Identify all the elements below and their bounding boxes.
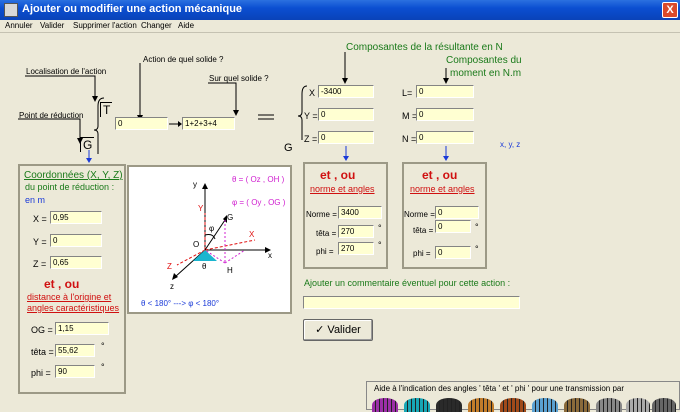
- diagram-axis-z: z: [170, 282, 174, 291]
- coords-X-field[interactable]: 0,95: [50, 211, 102, 224]
- res-norme-label: Norme =: [306, 210, 337, 219]
- label-composantes-resultante: Composantes de la résultante en N: [346, 42, 503, 53]
- resultante-X-field[interactable]: -3400: [318, 85, 374, 98]
- moment-M-field[interactable]: 0: [416, 108, 474, 121]
- coords-phi-deg: °: [101, 362, 105, 372]
- gear-thumbnails: [368, 398, 678, 412]
- label-composantes-moment-1: Composantes du: [446, 55, 522, 66]
- moment-L-field[interactable]: 0: [416, 85, 474, 98]
- coords-Y-field[interactable]: 0: [50, 234, 102, 247]
- coords-distance-1: distance à l'origine et: [27, 292, 112, 302]
- coords-teta-label: têta =: [31, 347, 54, 357]
- res-phi-field[interactable]: 270: [338, 242, 374, 255]
- torseur-G: G: [80, 137, 95, 152]
- label-localisation: Localisation de l'action: [26, 67, 107, 76]
- mom-norme-label: Norme =: [404, 210, 435, 219]
- valider-button-label: Valider: [327, 324, 361, 336]
- diagram-axis-y: y: [193, 180, 197, 189]
- diagram-point-O: O: [193, 240, 199, 249]
- diagram-axis-Z: Z: [167, 262, 172, 271]
- label-M: M =: [402, 111, 418, 121]
- diagram-phi-symbol: φ: [209, 224, 214, 233]
- mom-teta-field[interactable]: 0: [435, 220, 471, 233]
- check-icon: ✓: [315, 324, 325, 336]
- coords-X-label: X =: [33, 214, 47, 224]
- aide-angles-label: Aide à l'indication des angles ' têta ' …: [374, 384, 625, 393]
- solide-action-field[interactable]: 0: [115, 117, 168, 130]
- res-phi-label: phi =: [316, 247, 334, 256]
- diagram-axis-X: X: [249, 230, 255, 239]
- label-Y: Y =: [304, 111, 318, 121]
- diagram-point-H: H: [227, 266, 233, 275]
- label-quel-solide: Action de quel solide ?: [143, 55, 224, 64]
- diagram-theta-def: θ = ( Oz , OH ): [232, 175, 285, 184]
- mom-et-ou: et , ou: [422, 168, 458, 182]
- comment-label: Ajouter un commentaire éventuel pour cet…: [304, 278, 511, 288]
- coords-Z-field[interactable]: 0,65: [50, 256, 102, 269]
- res-teta-label: têta =: [316, 229, 337, 238]
- res-phi-deg: °: [378, 240, 382, 250]
- mom-teta-label: têta =: [413, 226, 434, 235]
- res-et-ou: et , ou: [320, 168, 356, 182]
- coords-Z-label: Z =: [33, 259, 47, 269]
- valider-button[interactable]: ✓ Valider: [303, 319, 373, 341]
- resultante-Y-field[interactable]: 0: [318, 108, 374, 121]
- comment-field[interactable]: [303, 296, 520, 309]
- resultante-point: G: [284, 142, 293, 154]
- label-N: N =: [402, 134, 417, 144]
- resultante-Z-field[interactable]: 0: [318, 131, 374, 144]
- coords-unit: en m: [25, 195, 46, 205]
- mom-phi-label: phi =: [413, 249, 431, 258]
- mom-norme-field[interactable]: 0: [435, 206, 479, 219]
- moment-N-field[interactable]: 0: [416, 131, 474, 144]
- coords-teta-deg: °: [101, 341, 105, 351]
- diagram-theta-symbol: θ: [202, 262, 207, 271]
- res-norme-field[interactable]: 3400: [338, 206, 382, 219]
- label-composantes-moment-2: moment en N.m: [450, 68, 522, 79]
- coords-phi-label: phi =: [31, 368, 51, 378]
- coords-title: Coordonnées (X, Y, Z): [24, 170, 123, 181]
- coords-teta-field[interactable]: 55,62: [55, 344, 95, 357]
- moment-vectors: x, y, z: [500, 140, 521, 149]
- res-teta-field[interactable]: 270: [338, 225, 374, 238]
- label-point-reduction: Point de réduction: [19, 111, 84, 120]
- mom-phi-deg: °: [475, 244, 479, 254]
- torseur-T: T: [100, 102, 113, 117]
- label-Z: Z =: [304, 134, 318, 144]
- label-L: L=: [402, 88, 413, 98]
- label-sur-quel-solide: Sur quel solide ?: [209, 74, 269, 83]
- diagram-axis-x: x: [268, 251, 272, 260]
- diagram-point-G: G: [227, 213, 233, 222]
- res-teta-deg: °: [378, 223, 382, 233]
- mom-norme-angles: norme et angles: [410, 184, 475, 194]
- coords-distance-2: angles caractéristiques: [27, 303, 120, 313]
- coords-OG-label: OG =: [31, 325, 53, 335]
- mom-phi-field[interactable]: 0: [435, 246, 471, 259]
- res-norme-angles: norme et angles: [310, 184, 375, 194]
- diagram-axis-Y: Y: [198, 204, 204, 213]
- diagram-phi-def: φ = ( Oy , OG ): [232, 198, 286, 207]
- coords-phi-field[interactable]: 90: [55, 365, 95, 378]
- solide-sur-field[interactable]: 1+2+3+4: [182, 117, 235, 130]
- coords-et-ou: et , ou: [44, 277, 80, 291]
- coords-Y-label: Y =: [33, 237, 47, 247]
- angle-diagram: y x z Y X Z O G H φ θ θ = ( Oz , OH ) φ …: [141, 175, 286, 308]
- diagram-range: θ < 180° ---> φ < 180°: [141, 299, 219, 308]
- mom-teta-deg: °: [475, 222, 479, 232]
- coords-subtitle: du point de réduction :: [25, 182, 115, 192]
- coords-OG-field[interactable]: 1,15: [55, 322, 109, 335]
